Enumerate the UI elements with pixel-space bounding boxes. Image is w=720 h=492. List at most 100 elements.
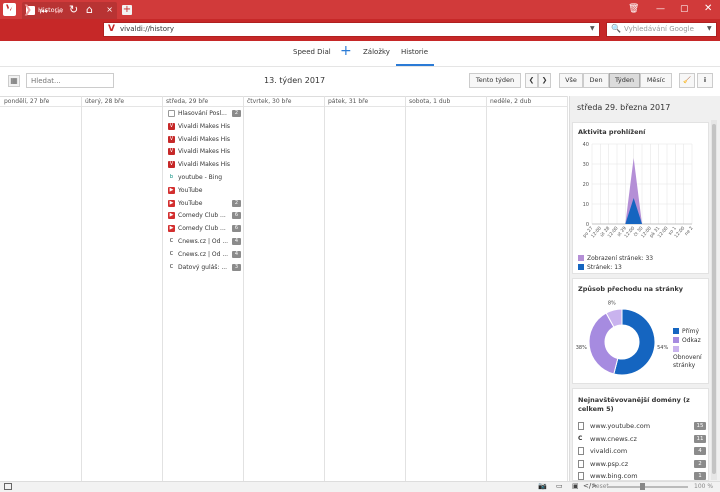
panel-toggle-icon[interactable] [4, 483, 12, 490]
tile-icon[interactable]: ▭ [556, 482, 563, 490]
top-domains-title: Nejnavštěvovanější domény (z celkem 5) [578, 396, 690, 413]
y-tick-label: 10 [583, 202, 589, 208]
chevron-down-icon[interactable]: ▼ [707, 25, 712, 32]
legend-swatch [578, 255, 584, 261]
day-header: neděle, 2 dub [490, 98, 532, 105]
history-entry[interactable]: VVivaldi Makes His... [166, 135, 243, 145]
entry-title: Vivaldi Makes His... [178, 135, 230, 143]
view-day-button[interactable]: Den [583, 73, 609, 88]
add-speed-dial-icon[interactable]: + [340, 43, 352, 59]
trash-icon[interactable]: 🗑 [628, 4, 639, 14]
scrollbar-thumb[interactable] [712, 124, 716, 474]
day-header: pátek, 31 bře [328, 98, 369, 105]
domain-row[interactable]: Cwww.cnews.cz 11 [578, 434, 706, 445]
history-entry[interactable]: VVivaldi Makes His... [166, 122, 243, 132]
vivaldi-icon: V [168, 135, 175, 143]
domain-row[interactable]: vivaldi.com 4 [578, 446, 706, 457]
history-entry[interactable]: Hlasování Posl... 2 [166, 109, 243, 119]
page-icon [578, 422, 584, 430]
minimize-icon[interactable]: — [656, 4, 665, 14]
history-entry[interactable]: C Cnews.cz | Od ... 4 [166, 237, 243, 247]
vivaldi-icon: V [168, 161, 175, 169]
slice-label: 8% [608, 300, 616, 306]
entry-title: Cnews.cz | Od ... [178, 250, 229, 258]
broom-icon[interactable]: 🧹 [679, 73, 695, 88]
visit-count-badge: 4 [232, 238, 241, 245]
activity-chart: 010203040po 2712:00út 2812:00st 2912:00č… [582, 142, 695, 239]
calendar-toggle-icon[interactable]: ▦ [8, 75, 20, 87]
entry-title: Comedy Club ... [178, 225, 226, 233]
selected-date: středa 29. března 2017 [577, 103, 671, 112]
tab-speed-dial[interactable]: Speed Dial [293, 48, 331, 56]
history-entry[interactable]: b youtube - Bing [166, 173, 243, 183]
day-divider [486, 96, 487, 481]
x-tick-label: ne 2 [684, 225, 695, 237]
next-week-icon[interactable]: ❯ [538, 73, 551, 88]
view-week-button[interactable]: Týden [609, 73, 640, 88]
forward-icon[interactable]: ❯ [23, 4, 32, 16]
view-month-button[interactable]: Měsíc [640, 73, 672, 88]
camera-icon[interactable]: 📷 [538, 482, 547, 490]
tab-bookmarks[interactable]: Záložky [363, 48, 390, 56]
zoom-level: 100 % [694, 483, 714, 490]
previous-week-icon[interactable]: ❮ [525, 73, 538, 88]
legend-label: Zobrazení stránek: 33 [587, 255, 654, 262]
history-entry[interactable]: VVivaldi Makes His... [166, 160, 243, 170]
history-entry[interactable]: ▶ YouTube [166, 186, 243, 196]
history-entry[interactable]: C Cnews.cz | Od ... 4 [166, 250, 243, 260]
domain-row[interactable]: www.psp.cz 2 [578, 459, 706, 470]
new-tab-button[interactable]: + [122, 5, 132, 15]
close-tab-icon[interactable]: × [106, 5, 113, 14]
this-week-button[interactable]: Tento týden [469, 73, 521, 88]
zoom-slider[interactable] [608, 486, 688, 488]
address-bar[interactable] [103, 22, 600, 37]
address-text[interactable]: vivaldi://history [120, 25, 174, 33]
zoom-slider-knob[interactable] [640, 483, 645, 490]
chevron-down-icon[interactable]: ▼ [590, 25, 595, 32]
legend-direct: Přímý [673, 328, 699, 335]
tab-history-page[interactable]: Historie [401, 48, 428, 56]
info-icon[interactable]: i [697, 73, 713, 88]
history-entry[interactable]: ▶ Comedy Club ... 6 [166, 224, 243, 234]
history-entry[interactable]: ▶ YouTube 2 [166, 199, 243, 209]
domain-count-badge: 2 [694, 459, 706, 468]
home-icon[interactable]: ⌂ [86, 4, 93, 16]
legend-label: Přímý [682, 328, 700, 335]
domain-count-badge: 11 [694, 434, 706, 443]
youtube-icon: ▶ [168, 199, 175, 207]
visit-count-badge: 6 [232, 212, 241, 220]
visit-count-badge: 2 [232, 199, 241, 207]
legend-label: Obnovení stránky [673, 354, 702, 369]
day-divider [81, 96, 82, 481]
day-divider [324, 96, 325, 481]
close-window-icon[interactable]: ✕ [704, 3, 712, 14]
search-placeholder[interactable]: Vyhledávání Google [624, 25, 694, 33]
legend-swatch [673, 328, 679, 334]
page-tabs [0, 41, 720, 67]
reload-icon[interactable]: ↻ [69, 4, 78, 16]
fast-forward-icon[interactable]: ⏭ [55, 6, 62, 18]
legend-swatch [673, 346, 679, 352]
maximize-icon[interactable]: ▢ [680, 4, 689, 14]
history-search-input[interactable] [26, 73, 114, 88]
image-icon[interactable]: ▣ [572, 482, 579, 490]
back-icon[interactable]: ❮ [6, 4, 15, 16]
page-icon [578, 447, 584, 455]
entry-title: youtube - Bing [178, 174, 223, 181]
history-entry[interactable]: VVivaldi Makes His... [166, 147, 243, 157]
history-entry[interactable]: ▶ Comedy Club ... 6 [166, 211, 243, 221]
entry-title: YouTube [178, 199, 203, 207]
youtube-icon: ▶ [168, 212, 175, 220]
domain-row[interactable]: www.youtube.com 15 [578, 421, 706, 432]
view-all-button[interactable]: Vše [559, 73, 583, 88]
visit-count-badge: 2 [232, 110, 241, 117]
rewind-icon[interactable]: ⏮ [40, 6, 47, 18]
legend-pages: Stránek: 13 [578, 264, 622, 271]
zoom-reset[interactable]: Reset [592, 483, 609, 490]
day-divider [567, 96, 568, 481]
search-engine-icon[interactable]: 🔍 [611, 24, 621, 33]
legend-swatch [578, 264, 584, 270]
day-header: pondělí, 27 bře [4, 98, 50, 105]
entry-title: Datový guláš: ... [178, 263, 228, 271]
history-entry[interactable]: C Datový guláš: ... 3 [166, 263, 243, 273]
